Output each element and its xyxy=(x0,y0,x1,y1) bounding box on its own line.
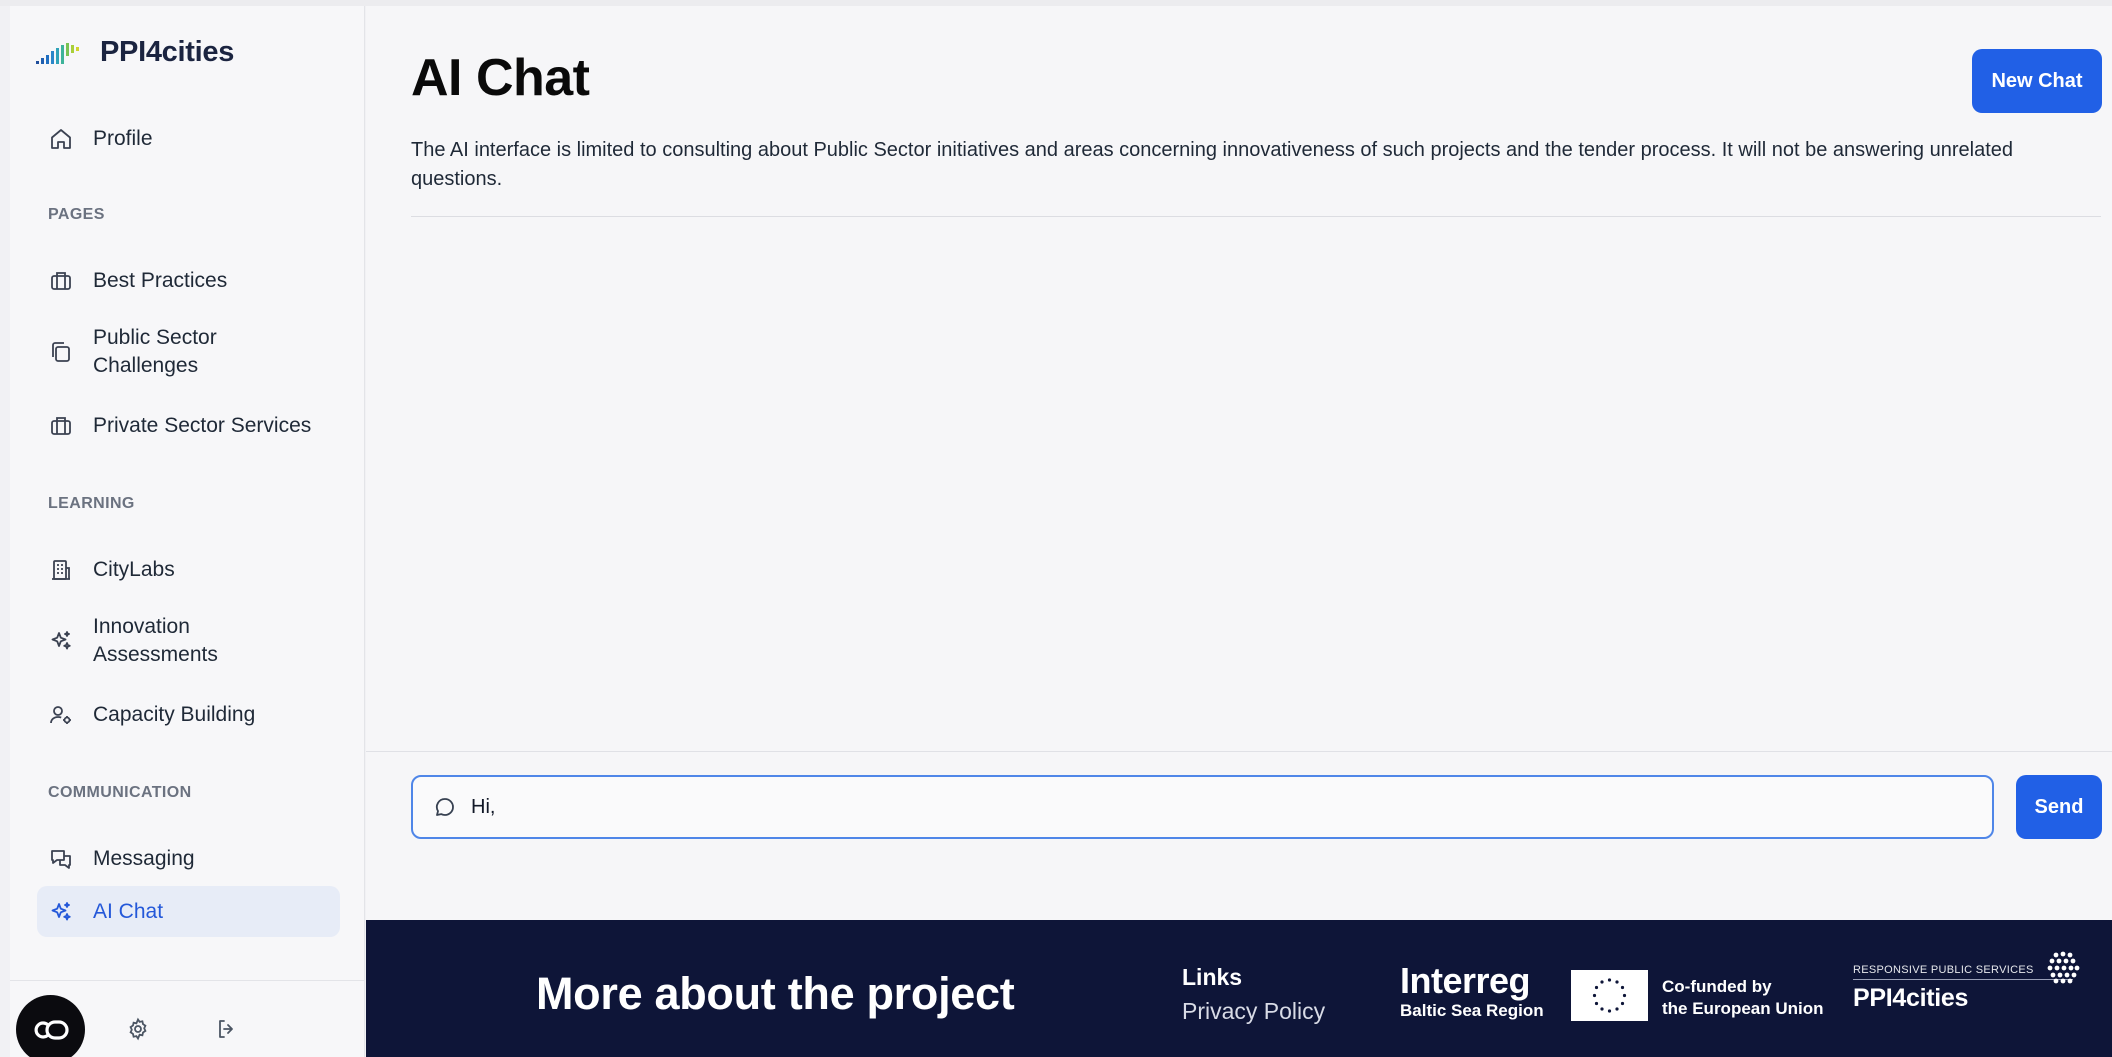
section-pages: PAGES xyxy=(48,206,105,223)
gear-icon[interactable] xyxy=(126,1017,150,1041)
chat-bubbles-icon xyxy=(51,850,71,869)
cofunded-text: Co-funded by the European Union xyxy=(1662,976,1824,1020)
privacy-policy-link[interactable]: Privacy Policy xyxy=(1182,998,1325,1025)
chat-composer: Send xyxy=(366,751,2112,869)
sidebar-item-citylabs[interactable]: CityLabs xyxy=(37,550,340,590)
ppi-rule xyxy=(1853,979,2073,980)
sidebar-item-label: AI Chat xyxy=(93,899,164,923)
eu-flag-icon xyxy=(1571,970,1648,1021)
page-title: AI Chat xyxy=(411,49,590,107)
ppi-name: PPI4cities xyxy=(1853,984,1969,1012)
brand-logo-icon xyxy=(36,42,79,64)
ppi-tagline: RESPONSIVE PUBLIC SERVICES xyxy=(1853,964,2034,976)
footer-links-heading: Links xyxy=(1182,964,1243,990)
sparkles-icon xyxy=(51,631,71,650)
message-circle-icon xyxy=(435,798,454,816)
sparkles-icon xyxy=(51,901,71,920)
new-chat-button[interactable]: New Chat xyxy=(1972,49,2102,113)
cofunded-line-1: Co-funded by xyxy=(1662,977,1772,996)
footer-title: More about the project xyxy=(536,968,1015,1019)
sidebar-item-label: Private Sector Services xyxy=(93,414,312,437)
interreg-region: Baltic Sea Region xyxy=(1400,1001,1544,1020)
sidebar-footer xyxy=(10,980,364,1057)
section-communication: COMMUNICATION xyxy=(48,784,192,801)
chat-input[interactable] xyxy=(471,795,1971,819)
sidebar-item-capacity-building[interactable]: Capacity Building xyxy=(37,695,340,735)
sidebar-item-public-sector-challenges[interactable]: Public Sector Challenges xyxy=(37,322,340,382)
sidebar-item-private-sector-services[interactable]: Private Sector Services xyxy=(37,406,340,446)
send-button[interactable]: Send xyxy=(2016,775,2102,839)
sidebar-item-label: Profile xyxy=(93,127,153,150)
ppi4cities-footer-logo: RESPONSIVE PUBLIC SERVICES PPI4cities xyxy=(1853,964,2073,1013)
co-logo-icon xyxy=(34,1019,69,1040)
building-icon xyxy=(52,560,70,580)
sidebar-item-profile[interactable]: Profile xyxy=(37,119,340,159)
sidebar: PPI4cities Profile PAGES Best Practices … xyxy=(10,6,365,1057)
co-logo-button[interactable] xyxy=(16,995,85,1057)
sidebar-item-label: Best Practices xyxy=(93,269,228,292)
sidebar-item-messaging[interactable]: Messaging xyxy=(37,839,340,879)
project-footer: More about the project Links Privacy Pol… xyxy=(366,920,2112,1057)
sidebar-item-best-practices[interactable]: Best Practices xyxy=(37,261,340,301)
main-content: AI Chat New Chat The AI interface is lim… xyxy=(366,6,2112,920)
divider xyxy=(411,216,2101,217)
sidebar-item-ai-chat[interactable]: AI Chat xyxy=(37,886,340,937)
sidebar-item-label: Innovation Assessments xyxy=(93,615,218,666)
sidebar-item-label: CityLabs xyxy=(93,558,175,581)
interreg-logo: Interreg Baltic Sea Region xyxy=(1400,963,1544,1021)
brand-name: PPI4cities xyxy=(100,36,235,68)
chat-description: The AI interface is limited to consultin… xyxy=(411,139,2014,190)
home-icon xyxy=(51,129,71,149)
sidebar-item-label: Messaging xyxy=(93,847,195,870)
ppi-dots-icon xyxy=(2047,951,2080,984)
chat-input-wrapper[interactable] xyxy=(411,775,1994,839)
user-gear-icon xyxy=(50,706,71,724)
copy-icon xyxy=(52,342,70,362)
sidebar-item-label: Public Sector Challenges xyxy=(93,326,217,377)
section-learning: LEARNING xyxy=(48,495,135,512)
logout-icon[interactable] xyxy=(215,1017,239,1041)
briefcase-icon xyxy=(51,272,71,290)
cofunded-line-2: the European Union xyxy=(1662,999,1824,1018)
brand[interactable]: PPI4cities xyxy=(36,36,234,69)
interreg-name: Interreg xyxy=(1400,960,1531,1001)
briefcase-icon xyxy=(51,417,71,435)
sidebar-item-innovation-assessments[interactable]: Innovation Assessments xyxy=(37,611,340,671)
sidebar-item-label: Capacity Building xyxy=(93,703,256,726)
